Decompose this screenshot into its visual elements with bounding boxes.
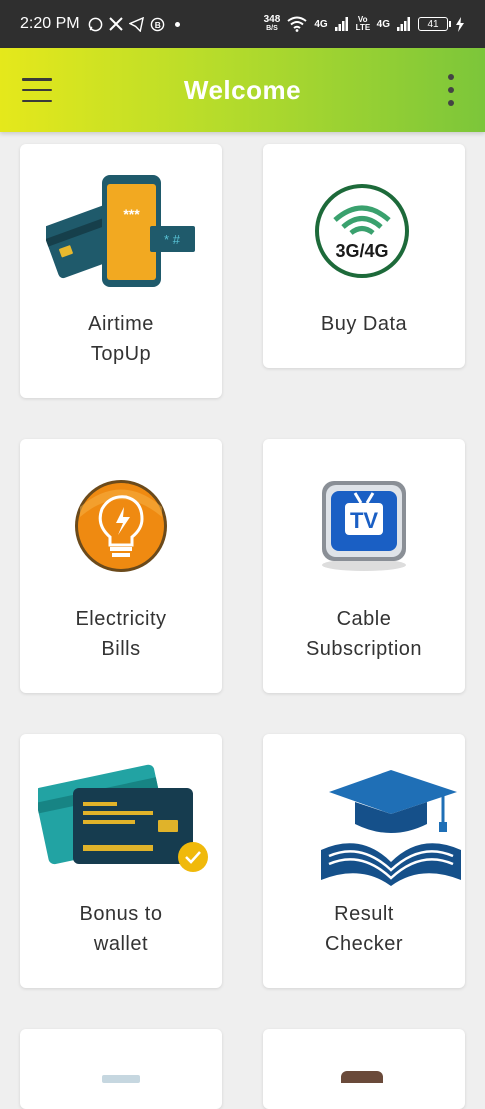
service-card-airtime[interactable]: *** * # Airtime TopUp <box>20 144 222 398</box>
more-options-icon[interactable] <box>447 74 455 106</box>
volte-label: Vo LTE <box>355 15 371 32</box>
network-2-label: 4G <box>376 18 390 30</box>
status-time: 2:20 PM <box>20 15 80 32</box>
partial-service-icon <box>341 1071 383 1083</box>
airtime-stars-text: *** <box>123 206 140 222</box>
bonus-wallet-cards-icon <box>38 764 208 872</box>
service-card-result-checker[interactable]: Result Checker <box>263 734 465 988</box>
service-label-airtime-line1: Airtime <box>88 313 154 335</box>
b-app-icon: B <box>150 17 164 31</box>
electricity-bulb-icon <box>75 480 167 572</box>
status-bar: 2:20 PM B 348 B/S 4G Vo LTE 4G 41 <box>0 0 485 48</box>
service-card-partial-left[interactable] <box>20 1029 222 1109</box>
airtime-hash-text: * # <box>164 232 181 247</box>
tv-badge-text: TV <box>350 508 378 533</box>
service-label-electricity-line1: Electricity <box>75 608 167 630</box>
net-speed-value: 348 <box>263 14 281 25</box>
service-label-result-line2: Checker <box>325 933 403 955</box>
data-badge-text: 3G/4G <box>335 241 388 261</box>
cable-tv-icon: TV <box>322 481 406 571</box>
hamburger-menu-icon[interactable] <box>22 78 52 102</box>
service-card-partial-right[interactable] <box>263 1029 465 1109</box>
service-card-buy-data[interactable]: 3G/4G Buy Data <box>263 144 465 368</box>
battery-level: 41 <box>427 18 439 30</box>
service-label-cable-line1: Cable <box>336 608 392 630</box>
svg-text:B: B <box>154 19 160 29</box>
service-label-electricity-line2: Bills <box>101 638 141 660</box>
service-label-buy-data: Buy Data <box>320 313 408 335</box>
graduation-book-icon <box>321 770 461 886</box>
battery-icon: 41 <box>418 17 451 31</box>
app-bar: Welcome <box>0 48 485 132</box>
x-icon <box>108 17 123 31</box>
service-label-bonus-line2: wallet <box>93 933 149 955</box>
service-label-bonus-line1: Bonus to <box>79 903 163 925</box>
signal-1-icon <box>334 17 348 31</box>
service-label-airtime-line2: TopUp <box>90 343 152 365</box>
service-card-bonus[interactable]: Bonus to wallet <box>20 734 222 988</box>
page-title: Welcome <box>183 74 302 105</box>
network-1-label: 4G <box>314 18 328 30</box>
signal-2-icon <box>397 17 410 31</box>
service-card-electricity[interactable]: Electricity Bills <box>20 439 222 693</box>
partial-service-icon <box>102 1075 140 1083</box>
service-card-cable[interactable]: TV Cable Subscription <box>263 439 465 693</box>
service-label-cable-line2: Subscription <box>305 638 423 660</box>
charging-icon <box>456 16 464 32</box>
notification-dot-icon <box>174 21 180 27</box>
net-speed-unit: B/S <box>266 25 278 32</box>
data-3g-4g-icon: 3G/4G <box>315 184 409 278</box>
airtime-phone-card-icon: *** * # <box>46 175 195 287</box>
service-label-result-line1: Result <box>334 903 394 925</box>
whatsapp-icon <box>88 17 102 31</box>
telegram-icon <box>128 16 144 32</box>
wifi-icon <box>287 16 307 32</box>
